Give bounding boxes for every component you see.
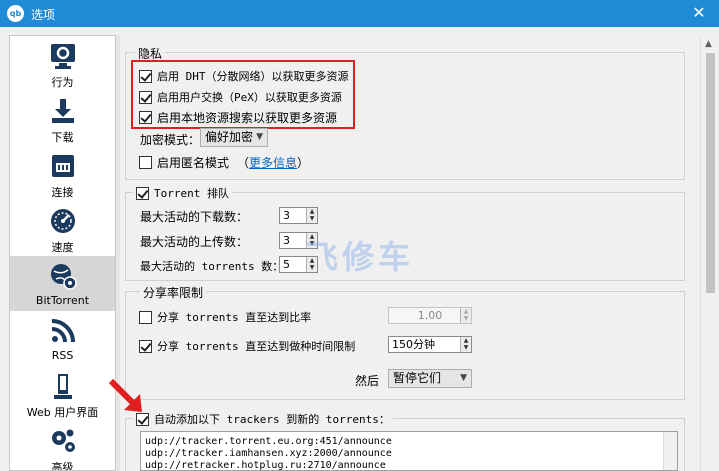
spin-down-icon[interactable]: ▼ xyxy=(461,344,471,351)
tracker-line: udp://tracker.iamhansen.xyz:2000/announc… xyxy=(145,448,392,459)
spin-up-icon[interactable]: ▲ xyxy=(461,337,471,344)
encryption-label: 加密模式： xyxy=(140,131,200,148)
time-limit-value: 150分钟 xyxy=(392,338,435,351)
time-limit-checkbox[interactable] xyxy=(139,339,152,353)
max-downloads-spinbox[interactable]: 3 ▲ ▼ xyxy=(279,207,318,224)
download-icon xyxy=(51,99,74,123)
encryption-mode-value: 偏好加密 xyxy=(205,130,254,144)
sidebar-item-label: 行为 xyxy=(51,76,74,89)
more-info-paren-close: ） xyxy=(297,156,310,170)
sidebar-item-web-ui[interactable]: Web 用户界面 xyxy=(10,366,115,421)
network-icon xyxy=(51,155,74,177)
max-torrents-value: 5 xyxy=(283,258,290,271)
sidebar-item-label: 下载 xyxy=(51,131,74,144)
window-title: 选项 xyxy=(31,8,56,22)
anonymous-mode-row[interactable]: 启用匿名模式 （更多信息） xyxy=(139,154,309,171)
spin-up-icon[interactable]: ▲ xyxy=(461,308,471,315)
time-limit-row[interactable]: 分享 torrents 直至达到做种时间限制 xyxy=(139,338,355,354)
max-uploads-text: 最大活动的上传数： xyxy=(140,235,249,249)
textarea-scrollbar[interactable] xyxy=(663,432,677,470)
watermark: 飞修车 xyxy=(306,238,415,276)
max-downloads-value: 3 xyxy=(283,209,290,222)
sidebar-item-label: 连接 xyxy=(51,186,74,199)
time-limit-spinbox[interactable]: 150分钟 ▲ ▼ xyxy=(388,336,472,353)
sidebar-item-label: BitTorrent xyxy=(35,294,90,307)
max-downloads-label: 最大活动的下载数： xyxy=(140,208,248,225)
encryption-mode-select[interactable]: 偏好加密 ▼ xyxy=(200,128,268,147)
sidebar-item-label: RSS xyxy=(51,349,74,362)
anonymous-mode-checkbox[interactable] xyxy=(139,156,152,169)
seeding-limits-title: 分享率限制 xyxy=(140,284,207,301)
max-torrents-text: 最大活动的 torrents 数： xyxy=(140,260,284,273)
queueing-checkbox[interactable] xyxy=(136,186,149,200)
queueing-label: Torrent 排队 xyxy=(154,187,229,200)
time-limit-label: 分享 torrents 直至达到做种时间限制 xyxy=(157,340,356,353)
max-downloads-text: 最大活动的下载数： xyxy=(140,210,249,224)
more-info-paren-open: （ xyxy=(237,156,250,170)
then-label-text: 然后 xyxy=(355,374,380,388)
rss-icon xyxy=(51,319,75,343)
trackers-textarea[interactable]: udp://tracker.torrent.eu.org:451/announc… xyxy=(140,431,678,471)
max-uploads-value: 3 xyxy=(283,234,290,247)
speedometer-icon xyxy=(50,209,75,233)
auto-trackers-row[interactable]: 自动添加以下 trackers 到新的 torrents： xyxy=(133,411,393,427)
max-uploads-label: 最大活动的上传数： xyxy=(140,233,248,250)
tracker-line: udp://tracker.torrent.eu.org:451/announc… xyxy=(145,436,392,447)
sidebar-item-downloads[interactable]: 下载 xyxy=(10,91,115,146)
then-action-select[interactable]: 暂停它们 ▼ xyxy=(388,369,472,388)
app-icon: qb xyxy=(7,5,24,22)
sidebar-item-behavior[interactable]: 行为 xyxy=(10,36,115,91)
ratio-limit-row[interactable]: 分享 torrents 直至达到比率 xyxy=(139,309,311,325)
sidebar-item-bittorrent[interactable]: BitTorrent xyxy=(10,256,115,311)
gear-monitor-icon xyxy=(50,44,75,69)
sidebar-item-label: 高级 xyxy=(51,461,74,471)
then-action-value: 暂停它们 xyxy=(393,371,442,385)
encryption-label-text: 加密模式： xyxy=(140,133,201,147)
ratio-limit-checkbox[interactable] xyxy=(139,310,152,324)
ratio-limit-spinbox[interactable]: 1.00 ▲ ▼ xyxy=(388,307,472,324)
sidebar-item-label: Web 用户界面 xyxy=(26,406,99,419)
queueing-checkbox-row[interactable]: Torrent 排队 xyxy=(133,185,232,201)
chevron-down-icon: ▼ xyxy=(256,132,263,142)
highlight-box xyxy=(131,60,355,129)
spin-up-icon[interactable]: ▲ xyxy=(307,208,317,215)
content-scrollbar[interactable]: ▲ xyxy=(700,35,719,471)
sidebar-item-advanced[interactable]: 高级 xyxy=(10,421,115,471)
close-button[interactable]: ✕ xyxy=(689,3,709,23)
web-ui-icon xyxy=(53,374,72,399)
annotation-arrow-icon xyxy=(108,378,142,412)
max-torrents-label: 最大活动的 torrents 数： xyxy=(140,258,283,274)
auto-trackers-checkbox[interactable] xyxy=(136,412,149,426)
spin-down-icon[interactable]: ▼ xyxy=(461,315,471,322)
sidebar-item-rss[interactable]: RSS xyxy=(10,311,115,366)
more-info-link[interactable]: 更多信息 xyxy=(249,154,297,171)
options-sidebar: 行为 下载 连接 速度 BitTorrent RSS Web 用户界面 高级 xyxy=(9,35,116,471)
gears-icon xyxy=(51,429,75,452)
anonymous-mode-label: 启用匿名模式 xyxy=(157,156,230,170)
then-label: 然后 xyxy=(355,372,379,389)
ratio-limit-label: 分享 torrents 直至达到比率 xyxy=(157,311,312,324)
sidebar-item-connection[interactable]: 连接 xyxy=(10,146,115,201)
auto-trackers-label: 自动添加以下 trackers 到新的 torrents： xyxy=(154,413,390,426)
ratio-limit-value: 1.00 xyxy=(417,309,443,322)
scrollbar-thumb[interactable] xyxy=(706,53,715,293)
globe-gear-icon xyxy=(50,264,77,290)
spin-down-icon[interactable]: ▼ xyxy=(307,215,317,222)
tracker-line: udp://retracker.hotplug.ru:2710/announce xyxy=(145,460,386,471)
sidebar-item-speed[interactable]: 速度 xyxy=(10,201,115,256)
scroll-up-icon[interactable]: ▲ xyxy=(705,39,712,49)
title-bar: qb 选项 ✕ xyxy=(0,0,719,27)
chevron-down-icon: ▼ xyxy=(460,373,467,383)
sidebar-item-label: 速度 xyxy=(51,241,74,254)
